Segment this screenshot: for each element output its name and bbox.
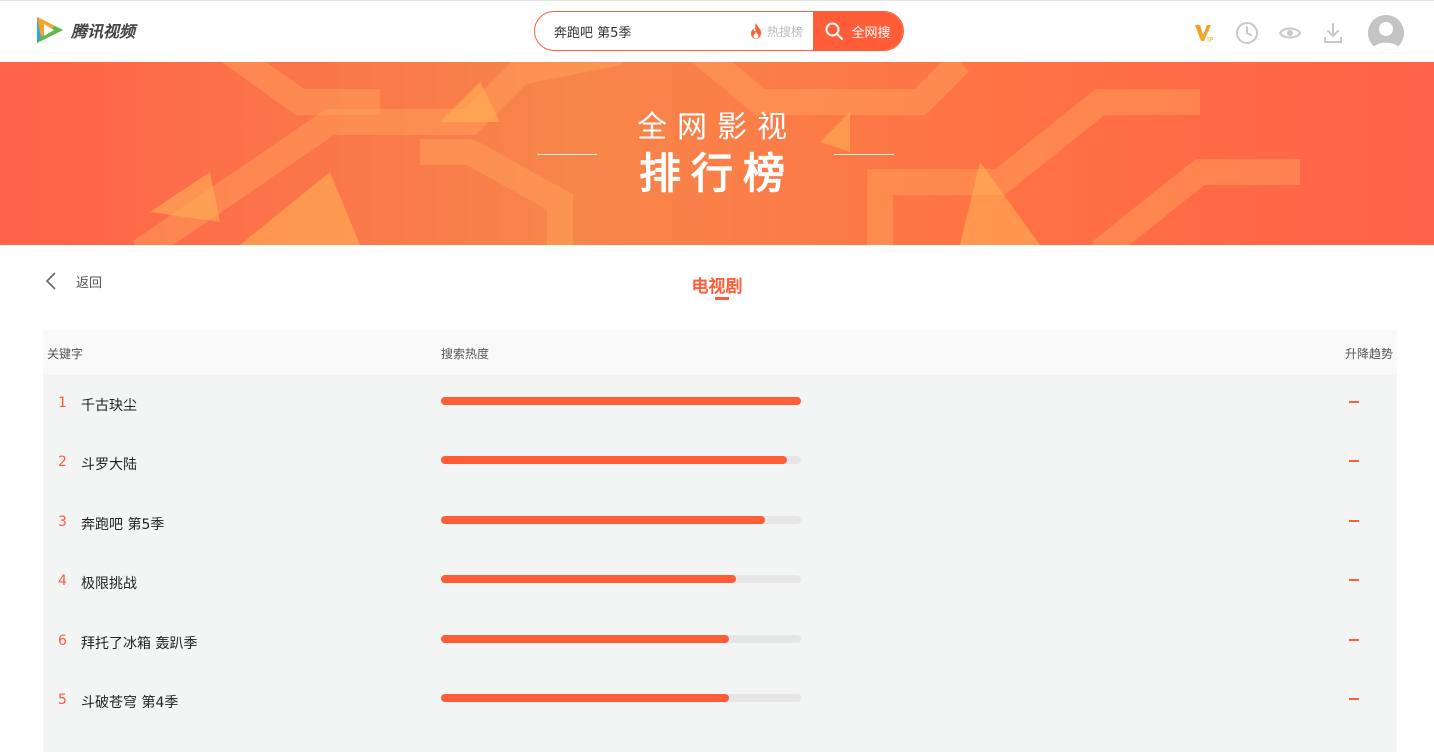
search-box: 热搜榜 全网搜 — [534, 11, 904, 51]
trend-flat-icon — [1349, 460, 1359, 462]
download-button[interactable] — [1319, 19, 1347, 47]
heat-bar — [441, 456, 801, 464]
keyword-link[interactable]: 千古玦尘 — [81, 395, 137, 415]
header-trend: 升降趋势 — [1344, 347, 1393, 361]
vip-icon: IP — [1195, 25, 1213, 44]
clock-icon — [1236, 22, 1258, 44]
category-underline — [715, 297, 729, 300]
trend-flat-icon — [1349, 698, 1359, 700]
rank-number: 2 — [58, 454, 67, 470]
heat-bar-fill — [441, 694, 729, 702]
vip-button[interactable]: IP — [1190, 19, 1218, 47]
follow-button[interactable] — [1276, 19, 1304, 47]
history-button[interactable] — [1233, 19, 1261, 47]
banner-subtitle: 全网影视 — [637, 110, 797, 145]
heat-bar — [441, 397, 801, 405]
header-heat: 搜索热度 — [441, 347, 490, 361]
table-row[interactable]: 6 拜托了冰箱 轰趴季 — [43, 613, 1397, 672]
trend-flat-icon — [1349, 639, 1359, 641]
rank-number: 4 — [58, 573, 67, 589]
heat-bar-fill — [441, 635, 729, 643]
keyword-link[interactable]: 斗罗大陆 — [81, 454, 137, 474]
heat-bar — [441, 694, 801, 702]
flame-icon — [750, 23, 761, 39]
trend-flat-icon — [1349, 579, 1359, 581]
heat-bar — [441, 516, 801, 524]
svg-text:IP: IP — [1207, 36, 1213, 44]
heat-bar — [441, 575, 801, 583]
heat-bar-fill — [441, 397, 801, 405]
user-avatar[interactable] — [1368, 15, 1404, 51]
table-row[interactable]: 4 极限挑战 — [43, 553, 1397, 612]
rank-number: 6 — [58, 633, 67, 649]
rank-number: 5 — [58, 692, 67, 708]
banner-heading: 排行榜 — [638, 149, 795, 198]
trend-flat-icon — [1349, 520, 1359, 522]
table-row[interactable]: 1 千古玦尘 — [43, 375, 1397, 434]
banner-title: 全网影视 排行榜 — [0, 108, 1434, 200]
heat-bar — [441, 635, 801, 643]
rank-number: 3 — [58, 514, 67, 530]
keyword-link[interactable]: 奔跑吧 第5季 — [81, 514, 164, 534]
hot-search-label: 热搜榜 — [766, 24, 803, 39]
table-row[interactable]: 3 奔跑吧 第5季 — [43, 494, 1397, 553]
keyword-link[interactable]: 拜托了冰箱 轰趴季 — [81, 633, 197, 653]
category-tab-tv[interactable]: 电视剧 — [0, 272, 1434, 297]
search-button-label: 全网搜 — [851, 25, 891, 41]
heat-bar-fill — [441, 456, 787, 464]
header-keyword: 关键字 — [47, 347, 84, 361]
play-logo-icon — [37, 17, 63, 43]
download-icon — [1324, 23, 1342, 43]
heat-bar-fill — [441, 516, 765, 524]
search-input[interactable] — [535, 12, 749, 50]
header-toolbar: IP — [1190, 15, 1404, 51]
trend-flat-icon — [1349, 401, 1359, 403]
eye-icon — [1278, 27, 1302, 39]
user-icon — [1368, 15, 1404, 51]
hot-search-link[interactable]: 热搜榜 — [749, 12, 813, 50]
top-header: 腾讯视频 热搜榜 全网搜 IP — [0, 0, 1434, 62]
rank-number: 1 — [58, 395, 67, 411]
table-header: 关键字 搜索热度 升降趋势 — [43, 330, 1397, 375]
heat-bar-fill — [441, 575, 737, 583]
tencent-video-logo[interactable]: 腾讯视频 — [33, 13, 135, 47]
table-row[interactable]: 2 斗罗大陆 — [43, 434, 1397, 493]
keyword-link[interactable]: 极限挑战 — [81, 573, 137, 593]
logo-text: 腾讯视频 — [71, 22, 136, 41]
ranking-banner: 全网影视 排行榜 — [0, 62, 1434, 245]
ranking-table: 关键字 搜索热度 升降趋势 1 千古玦尘 2 斗罗大陆 3 奔跑吧 第5季 4 … — [43, 330, 1397, 752]
search-icon — [825, 22, 844, 40]
search-all-button[interactable]: 全网搜 — [813, 12, 903, 50]
table-row[interactable]: 5 斗破苍穹 第4季 — [43, 672, 1397, 731]
keyword-link[interactable]: 斗破苍穹 第4季 — [81, 692, 178, 712]
